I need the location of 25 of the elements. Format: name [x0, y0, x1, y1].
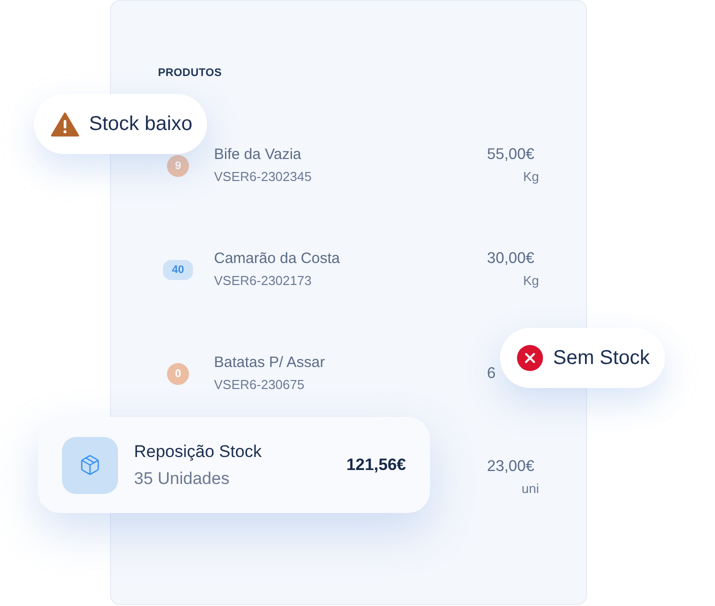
unit-text: Kg [523, 272, 539, 290]
stock-count-badge: 9 [167, 155, 189, 177]
product-name: Bife da Vazia [214, 145, 302, 165]
close-circle-icon [517, 345, 543, 371]
product-name: Batatas P/ Assar [214, 353, 325, 373]
warning-icon [51, 112, 79, 136]
stock-count-badge: 0 [167, 363, 189, 385]
card-title: Reposição Stock [134, 440, 262, 463]
box-icon [62, 436, 118, 494]
price-text: 55,00€ [487, 145, 534, 165]
product-code: VSER6-230675 [214, 376, 304, 394]
product-code: VSER6-2302173 [214, 272, 312, 290]
price-text: 23,00€ [487, 457, 534, 477]
card-total: 121,56€ [346, 454, 406, 476]
product-code: VSER6-2302345 [214, 168, 312, 186]
unit-text: uni [522, 480, 539, 498]
price-text: 6 [487, 364, 496, 384]
alert-label: Sem Stock [553, 348, 650, 368]
alert-label: Stock baixo [89, 114, 192, 134]
product-name: Camarão da Costa [214, 249, 340, 269]
price-text: 30,00€ [487, 249, 534, 269]
stock-count-badge: 40 [163, 260, 193, 280]
unit-text: Kg [523, 168, 539, 186]
card-subtitle: 35 Unidades [134, 468, 230, 490]
section-heading: PRODUTOS [158, 66, 222, 80]
